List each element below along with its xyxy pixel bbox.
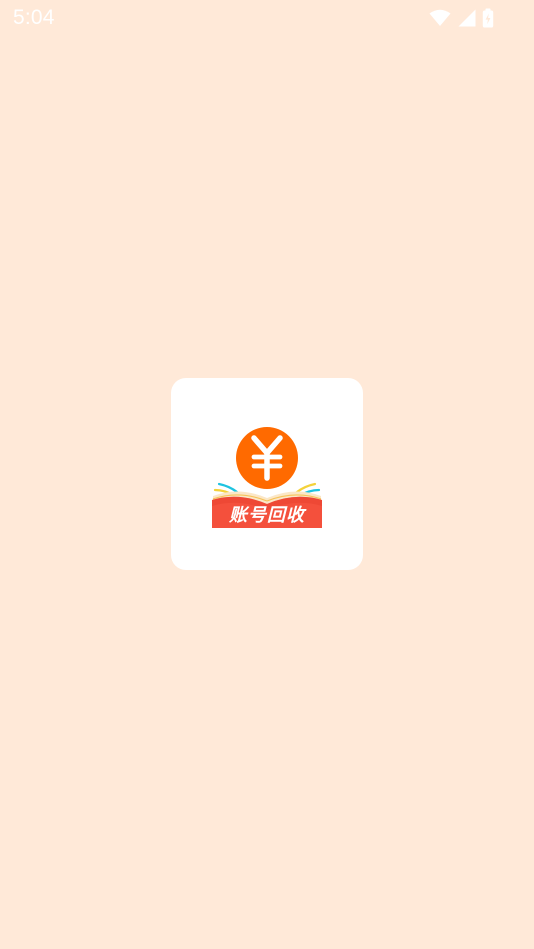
status-icons [429,7,494,29]
wifi-icon [429,9,451,27]
status-time: 5:04 [13,6,55,29]
battery-icon [482,8,494,28]
status-bar: 5:04 [0,0,534,38]
app-name-label: 账号回收 [229,505,305,526]
app-logo-tile: 账号回收 [171,378,363,570]
splash-screen: 5:04 账号回收 [0,0,534,949]
yen-coin-book-icon: 账号回收 [211,426,323,530]
cellular-signal-icon [457,9,476,27]
